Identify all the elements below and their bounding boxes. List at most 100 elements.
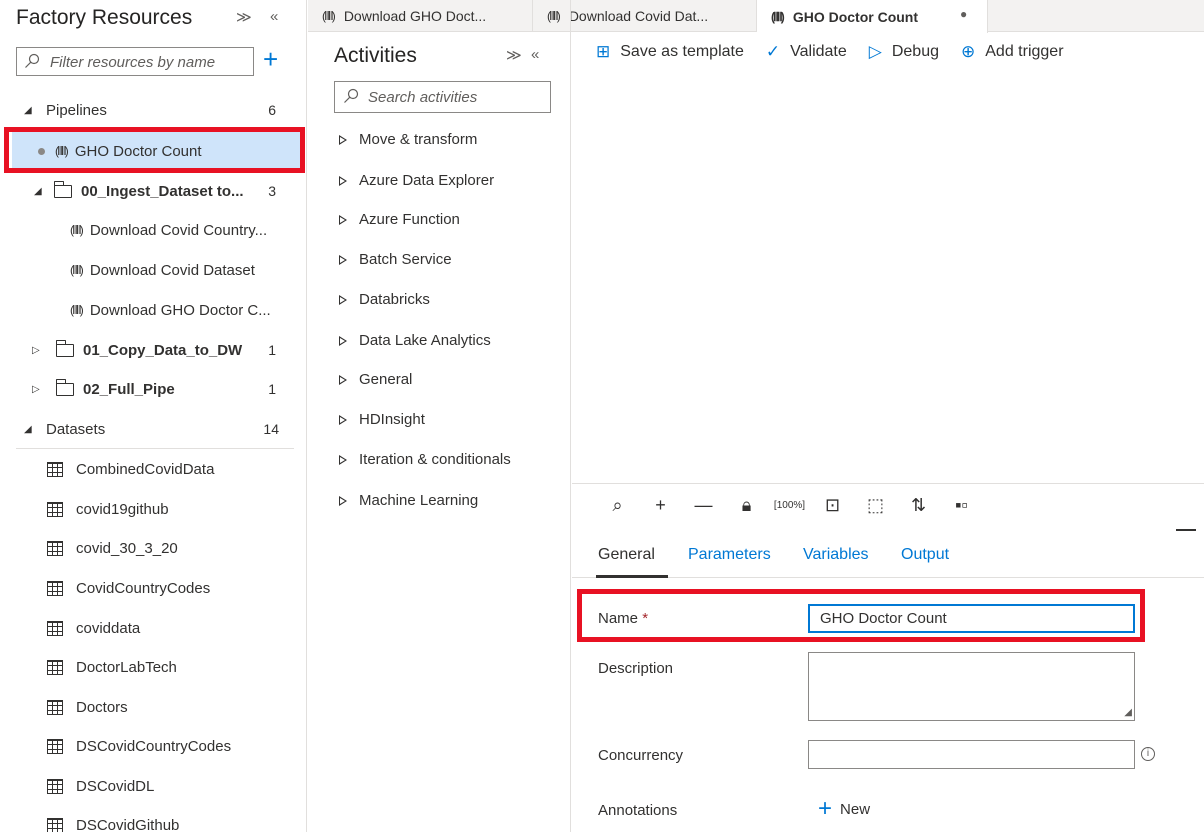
category-label: Data Lake Analytics <box>359 332 491 349</box>
zoom-100-icon[interactable]: [100%] <box>772 500 807 511</box>
folder-icon <box>56 339 74 357</box>
pipeline-canvas[interactable] <box>572 71 1204 483</box>
pipelines-label: Pipelines <box>46 101 107 119</box>
folder-icon <box>54 180 72 198</box>
activities-title: Activities <box>334 44 417 67</box>
properties-tabs: General Parameters Variables Output <box>572 540 1204 578</box>
highlight-box-pipeline <box>4 127 305 173</box>
tab-gho-doctor-count[interactable]: (ⅡⅡ) GHO Doctor Count ● <box>757 0 988 33</box>
divider <box>16 448 294 449</box>
activity-category[interactable]: Azure Function <box>339 211 460 228</box>
concurrency-label: Concurrency <box>598 747 684 764</box>
dataset-item[interactable]: DoctorLabTech <box>0 648 306 686</box>
collapse-all-icon[interactable]: ≫ <box>236 8 252 26</box>
tab-output[interactable]: Output <box>901 546 949 564</box>
expand-caret-icon: ◢ <box>24 104 32 116</box>
resize-handle-icon[interactable]: ◢ <box>1124 707 1132 718</box>
datasets-header[interactable]: ◢ Datasets 14 <box>0 410 306 448</box>
search-icon <box>344 88 359 103</box>
collapse-panel-icon[interactable]: « <box>531 46 539 63</box>
folder-icon <box>56 378 74 396</box>
activity-category[interactable]: Machine Learning <box>339 492 478 509</box>
pipelines-header[interactable]: ◢ Pipelines 6 <box>0 91 306 129</box>
zoom-out-icon[interactable]: — <box>686 495 721 516</box>
filter-placeholder: Filter resources by name <box>50 54 216 71</box>
dataset-item[interactable]: CombinedCovidData <box>0 450 306 488</box>
table-icon <box>47 817 63 832</box>
active-tab-indicator <box>596 575 668 578</box>
expand-caret-icon <box>339 335 347 346</box>
pipeline-toolbar: ⊞ Save as template ✓ Validate ▷ Debug ⊕ … <box>572 33 1204 71</box>
expand-caret-icon <box>339 134 347 145</box>
folder-label: 02_Full_Pipe <box>83 380 175 398</box>
pipeline-icon: (ⅡⅡ) <box>70 303 84 317</box>
new-label: New <box>840 800 871 818</box>
dataset-item[interactable]: CovidCountryCodes <box>0 569 306 607</box>
layout-icon[interactable]: ▪▫ <box>944 495 979 516</box>
tab-general[interactable]: General <box>598 546 655 564</box>
search-activities-input[interactable]: Search activities <box>334 81 551 113</box>
activity-category[interactable]: Databricks <box>339 291 430 308</box>
zoom-search-icon[interactable]: ⌕ <box>600 495 635 516</box>
dataset-item[interactable]: DSCovidGithub <box>0 806 306 832</box>
category-label: Databricks <box>359 291 430 308</box>
add-trigger-label: Add trigger <box>985 43 1064 60</box>
validate-button[interactable]: ✓ Validate <box>766 42 847 62</box>
folder-item-01[interactable]: ▷ 01_Copy_Data_to_DW 1 <box>0 331 306 369</box>
expand-caret-icon: ◢ <box>24 423 32 435</box>
dataset-item[interactable]: covid_30_3_20 <box>0 529 306 567</box>
collapse-all-icon[interactable]: ≫ <box>506 46 522 64</box>
concurrency-field[interactable] <box>808 740 1135 769</box>
panel-splitter[interactable] <box>1176 529 1196 531</box>
pipeline-item[interactable]: (ⅡⅡ) Download Covid Dataset <box>0 251 306 289</box>
select-icon[interactable]: ⬚ <box>858 495 893 516</box>
pipeline-item[interactable]: (ⅡⅡ) Download Covid Country... <box>0 211 306 249</box>
tab-label: Download Covid Dat... <box>568 8 709 24</box>
activity-category[interactable]: Data Lake Analytics <box>339 332 491 349</box>
save-as-template-button[interactable]: ⊞ Save as template <box>596 42 744 62</box>
dataset-item[interactable]: coviddata <box>0 609 306 647</box>
lock-icon[interactable]: 🔒︎ <box>729 495 764 516</box>
dataset-label: Doctors <box>76 698 128 716</box>
dataset-item[interactable]: DSCovidDL <box>0 767 306 805</box>
table-icon <box>47 620 63 636</box>
category-label: Azure Data Explorer <box>359 172 495 189</box>
datasets-label: Datasets <box>46 420 106 438</box>
auto-align-icon[interactable]: ⇅ <box>901 495 936 516</box>
dataset-item[interactable]: DSCovidCountryCodes <box>0 727 306 765</box>
new-annotation-button[interactable]: + New <box>818 797 871 821</box>
activity-category[interactable]: Batch Service <box>339 251 452 268</box>
checkmark-icon: ✓ <box>765 42 781 61</box>
zoom-in-icon[interactable]: + <box>643 495 678 516</box>
expand-caret-icon <box>339 374 347 385</box>
factory-resources-title: Factory Resources <box>16 6 193 29</box>
add-trigger-button[interactable]: ⊕ Add trigger <box>961 42 1064 62</box>
canvas-toolbar: ⌕ + — 🔒︎ [100%] ⊡ ⬚ ⇅ ▪▫ <box>572 483 1204 527</box>
activity-category[interactable]: Azure Data Explorer <box>339 172 494 189</box>
expand-caret-icon: ◢ <box>34 185 42 197</box>
search-placeholder: Search activities <box>368 89 478 106</box>
unsaved-dot-icon[interactable]: ● <box>960 7 967 21</box>
pipeline-item[interactable]: (ⅡⅡ) Download GHO Doctor C... <box>0 291 306 329</box>
folder-label: 00_Ingest_Dataset to... <box>81 182 244 200</box>
activity-category[interactable]: General <box>339 371 412 388</box>
dataset-item[interactable]: Doctors <box>0 688 306 726</box>
dataset-label: coviddata <box>76 619 141 637</box>
add-resource-button[interactable]: + <box>263 45 278 73</box>
folder-item-00[interactable]: ◢ 00_Ingest_Dataset to... 3 <box>0 172 306 210</box>
collapse-panel-icon[interactable]: « <box>270 8 278 25</box>
fit-to-window-icon[interactable]: ⊡ <box>815 495 850 516</box>
dataset-item[interactable]: covid19github <box>0 490 306 528</box>
debug-button[interactable]: ▷ Debug <box>869 42 939 62</box>
tab-variables[interactable]: Variables <box>803 546 869 564</box>
description-label: Description <box>598 660 674 677</box>
activity-category[interactable]: Move & transform <box>339 131 477 148</box>
info-icon[interactable]: i <box>1141 747 1155 761</box>
folder-item-02[interactable]: ▷ 02_Full_Pipe 1 <box>0 370 306 408</box>
table-icon <box>47 540 63 556</box>
filter-resources-input[interactable]: Filter resources by name <box>16 47 254 76</box>
activity-category[interactable]: HDInsight <box>339 411 425 428</box>
tab-parameters[interactable]: Parameters <box>688 546 771 564</box>
description-field[interactable]: ◢ <box>808 652 1135 721</box>
activity-category[interactable]: Iteration & conditionals <box>339 451 511 468</box>
